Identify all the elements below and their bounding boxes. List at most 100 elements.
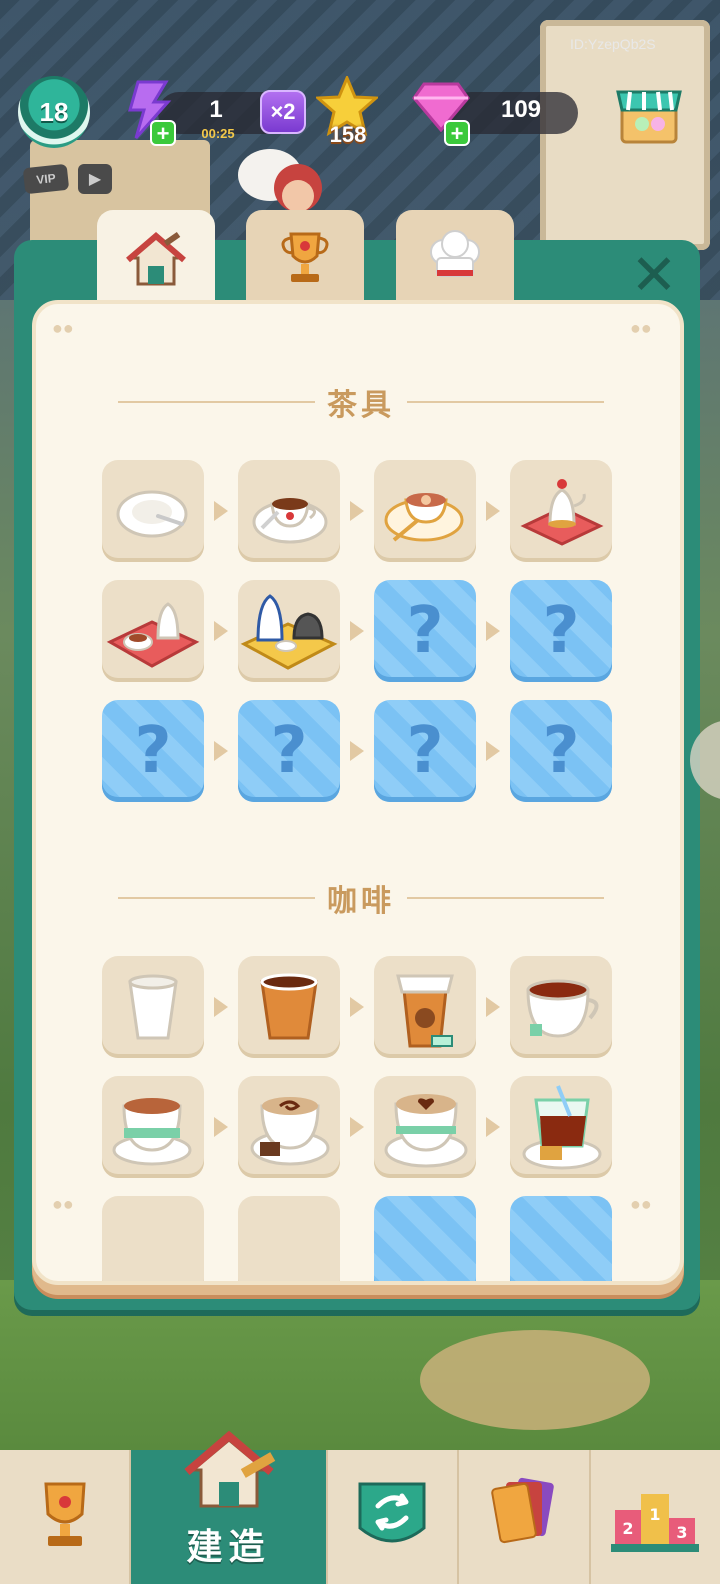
item-partial[interactable] bbox=[238, 1196, 340, 1281]
nav-build-label: 建造 bbox=[186, 1526, 271, 1567]
item-paper-cup[interactable] bbox=[102, 956, 204, 1058]
section-header-coffee: 咖啡 bbox=[106, 878, 616, 918]
corner-decoration: ●● bbox=[52, 318, 74, 338]
close-icon: ✕ bbox=[630, 243, 678, 306]
svg-text:1: 1 bbox=[650, 1505, 661, 1524]
tea-set-icon bbox=[240, 594, 338, 670]
add-gems-button[interactable]: + bbox=[444, 120, 470, 146]
vip-button[interactable]: VIP bbox=[22, 163, 70, 195]
locked-item[interactable]: ? bbox=[238, 700, 340, 802]
paper-cup-icon bbox=[128, 974, 178, 1040]
chef-hat-icon bbox=[430, 230, 480, 277]
item-plate[interactable] bbox=[102, 460, 204, 562]
item-partial[interactable] bbox=[102, 1196, 204, 1281]
trophy-icon bbox=[44, 1482, 86, 1546]
arrow-icon bbox=[214, 501, 228, 521]
arrow-icon bbox=[214, 997, 228, 1017]
question-icon: ? bbox=[406, 714, 444, 788]
svg-text:2: 2 bbox=[623, 1519, 634, 1538]
house-icon bbox=[183, 1430, 275, 1508]
locked-item[interactable] bbox=[374, 1196, 476, 1281]
corner-decoration: ●● bbox=[630, 1194, 652, 1214]
player-id: ID:YzepQb2S bbox=[570, 36, 656, 52]
energy-timer: 00:25 bbox=[201, 126, 235, 141]
corner-decoration: ●● bbox=[630, 318, 652, 338]
arrow-icon bbox=[350, 621, 364, 641]
tea-glass-icon bbox=[522, 1085, 602, 1170]
locked-item[interactable] bbox=[510, 1196, 612, 1281]
add-energy-button[interactable]: + bbox=[150, 120, 176, 146]
film-icon: ▶ bbox=[88, 171, 102, 188]
item-gold-teacup[interactable] bbox=[374, 460, 476, 562]
teacup-icon bbox=[252, 498, 328, 544]
double-boost-button[interactable]: ×2 bbox=[260, 90, 306, 134]
swirl-latte-icon bbox=[250, 1097, 330, 1166]
takeaway-coffee-icon bbox=[396, 974, 454, 1048]
divider-line bbox=[407, 897, 604, 899]
vip-label: VIP bbox=[35, 171, 57, 187]
background-path bbox=[420, 1330, 650, 1430]
item-tea-mug[interactable] bbox=[510, 956, 612, 1058]
level-number: 18 bbox=[39, 96, 69, 127]
swap-arrows-icon bbox=[358, 1482, 426, 1543]
tab-chef[interactable] bbox=[396, 210, 514, 306]
tea-tray-icon bbox=[106, 602, 200, 668]
shop-icon[interactable] bbox=[614, 80, 684, 146]
cards-icon bbox=[491, 1477, 554, 1544]
section-title: 茶具 bbox=[327, 389, 395, 422]
question-icon: ? bbox=[542, 594, 580, 668]
item-teapot[interactable] bbox=[510, 460, 612, 562]
section-header-teaware: 茶具 bbox=[106, 382, 616, 422]
item-heart-latte[interactable] bbox=[374, 1076, 476, 1178]
level-badge[interactable]: 18 bbox=[18, 76, 90, 148]
gem-count: 109 bbox=[500, 96, 542, 123]
house-icon bbox=[126, 231, 186, 286]
item-tea-glass[interactable] bbox=[510, 1076, 612, 1178]
nav-trophy[interactable] bbox=[0, 1450, 132, 1584]
item-takeaway-coffee[interactable] bbox=[374, 956, 476, 1058]
question-icon: ? bbox=[542, 714, 580, 788]
arrow-icon bbox=[486, 1117, 500, 1137]
locked-item[interactable]: ? bbox=[374, 580, 476, 682]
podium-icon: 2 1 3 bbox=[611, 1494, 700, 1552]
tab-trophy[interactable] bbox=[246, 210, 364, 306]
arrow-icon bbox=[486, 741, 500, 761]
item-tea-tray[interactable] bbox=[102, 580, 204, 682]
cocoa-cup-icon bbox=[112, 1098, 192, 1166]
tab-build[interactable] bbox=[97, 210, 215, 310]
question-icon: ? bbox=[134, 714, 172, 788]
locked-item[interactable]: ? bbox=[510, 580, 612, 682]
arrow-icon bbox=[350, 997, 364, 1017]
video-ad-button[interactable]: ▶ bbox=[78, 164, 112, 194]
bottom-nav: 建造 2 1 3 bbox=[0, 1430, 720, 1584]
arrow-icon bbox=[486, 621, 500, 641]
boost-label: ×2 bbox=[270, 99, 296, 124]
arrow-icon bbox=[486, 501, 500, 521]
nav-ranking[interactable]: 2 1 3 bbox=[591, 1450, 720, 1584]
arrow-icon bbox=[214, 741, 228, 761]
arrow-icon bbox=[486, 997, 500, 1017]
locked-item[interactable]: ? bbox=[510, 700, 612, 802]
question-icon: ? bbox=[406, 594, 444, 668]
trophy-icon bbox=[281, 232, 329, 282]
locked-item[interactable]: ? bbox=[374, 700, 476, 802]
heart-latte-icon bbox=[384, 1094, 468, 1168]
arrow-icon bbox=[214, 621, 228, 641]
item-cocoa-cup[interactable] bbox=[102, 1076, 204, 1178]
close-button[interactable]: ✕ bbox=[628, 247, 680, 303]
svg-text:3: 3 bbox=[677, 1523, 688, 1542]
nav-swap[interactable] bbox=[328, 1450, 460, 1584]
item-swirl-latte[interactable] bbox=[238, 1076, 340, 1178]
item-tea-set[interactable] bbox=[238, 580, 340, 682]
locked-item[interactable]: ? bbox=[102, 700, 204, 802]
nav-build[interactable]: 建造 bbox=[131, 1430, 328, 1584]
item-teacup[interactable] bbox=[238, 460, 340, 562]
nav-cards[interactable] bbox=[459, 1450, 591, 1584]
divider-line bbox=[407, 401, 604, 403]
divider-line bbox=[118, 897, 315, 899]
arrow-icon bbox=[214, 1117, 228, 1137]
plate-icon bbox=[116, 490, 188, 538]
item-coffee-cup[interactable] bbox=[238, 956, 340, 1058]
recipe-panel: ●● ●● ●● ●● 茶具 ? ? ? ? ? ? 咖啡 bbox=[32, 300, 684, 1285]
section-title: 咖啡 bbox=[327, 885, 395, 918]
